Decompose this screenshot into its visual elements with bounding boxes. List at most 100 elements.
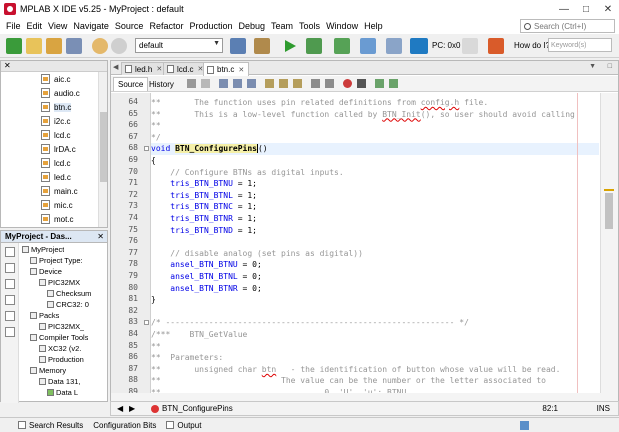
make-and-program-icon[interactable] [334,38,350,54]
tree-node[interactable]: Data 131, [39,376,81,387]
close-panel-icon[interactable]: ✕ [4,61,11,70]
tree-node[interactable]: Production [39,354,84,365]
run-icon[interactable] [282,38,298,54]
menu-file[interactable]: File [3,21,24,31]
file-item[interactable]: audio.c [1,86,107,100]
macro-record-icon[interactable] [343,79,352,88]
refresh-icon[interactable] [5,263,15,273]
new-file-icon[interactable] [26,38,42,54]
search-results-tab[interactable]: Search Results [18,421,83,430]
tree-node[interactable]: Data L [47,387,78,398]
tree-node[interactable]: MyProject [22,244,64,255]
keyword-input[interactable]: Keyword(s) [548,38,612,52]
file-item[interactable]: led.c [1,170,107,184]
file-item[interactable]: lcd.c [1,156,107,170]
undo-icon[interactable] [92,38,108,54]
output-tab[interactable]: Output [166,421,201,430]
history-tab[interactable]: History [145,77,178,91]
notifications-icon[interactable] [520,421,529,430]
clean-build-icon[interactable] [254,38,270,54]
configuration-select[interactable]: default ▼ [135,38,223,53]
chip-icon[interactable] [5,295,15,305]
forward-icon[interactable] [201,79,210,88]
code-area[interactable]: ** The function uses pin related definit… [151,93,599,393]
close-icon[interactable]: ✕ [97,232,104,241]
tree-node[interactable]: PIC32MX_ [39,321,84,332]
file-item[interactable]: main.c [1,184,107,198]
tree-node[interactable]: Checksum [47,288,91,299]
redo-icon[interactable] [111,38,127,54]
build-icon[interactable] [230,38,246,54]
close-tab-icon[interactable]: ✕ [156,65,162,73]
tree-node[interactable]: Packs [30,310,59,321]
scroll-thumb[interactable] [100,112,107,182]
settings-icon[interactable] [5,279,15,289]
file-item[interactable]: mic.c [1,198,107,212]
close-tab-icon[interactable]: ✕ [238,66,244,74]
file-item[interactable]: btn.c [1,100,107,114]
mcc-icon[interactable] [410,38,428,54]
maximize-button[interactable]: □ [575,0,597,18]
comment-icon[interactable] [375,79,384,88]
menu-team[interactable]: Team [268,21,296,31]
find-previous-icon[interactable] [233,79,242,88]
nav-back-icon[interactable]: ◀ [117,404,123,413]
menu-refactor[interactable]: Refactor [146,21,186,31]
scroll-thumb[interactable] [605,193,613,229]
maximize-editor-icon[interactable]: □ [608,63,612,70]
tree-node[interactable]: Compiler Tools [30,332,88,343]
debug-main-project-icon[interactable] [306,38,322,54]
download-icon[interactable] [488,38,504,54]
tool-icon[interactable] [5,327,15,337]
menu-view[interactable]: View [45,21,70,31]
current-function[interactable]: BTN_ConfigurePins [162,404,233,413]
menu-window[interactable]: Window [323,21,361,31]
tree-node[interactable]: XC32 (v2. [39,343,81,354]
tab-lcd-c[interactable]: lcd.c ✕ [163,62,209,75]
menu-navigate[interactable]: Navigate [70,21,112,31]
minimize-button[interactable]: — [553,0,575,18]
menu-tools[interactable]: Tools [296,21,323,31]
nav-forward-icon[interactable]: ▶ [129,404,135,413]
info-icon[interactable] [5,247,15,257]
tab-btn-c[interactable]: btn.c ✕ [203,62,250,76]
hold-in-reset-icon[interactable] [360,38,376,54]
tab-led-h[interactable]: led.h ✕ [121,62,168,75]
menu-debug[interactable]: Debug [236,21,269,31]
tree-node[interactable]: Device [30,266,62,277]
file-item[interactable]: mot.c [1,212,107,226]
bookmark-next-icon[interactable] [293,79,302,88]
configuration-bits-tab[interactable]: Configuration Bits [93,421,156,430]
search-input[interactable]: Search (Ctrl+I) [520,19,615,33]
menu-source[interactable]: Source [112,21,147,31]
tree-node[interactable]: Memory [30,365,66,376]
find-next-icon[interactable] [247,79,256,88]
macro-stop-icon[interactable] [357,79,366,88]
shift-right-icon[interactable] [325,79,334,88]
file-item[interactable]: i2c.c [1,114,107,128]
editor-hscrollbar[interactable] [111,393,618,401]
read-device-memory-icon[interactable] [386,38,402,54]
fold-toggle-icon[interactable] [144,146,149,152]
new-project-icon[interactable] [6,38,22,54]
find-icon[interactable] [219,79,228,88]
tab-scroll-left-icon[interactable]: ◀ [113,63,118,71]
bookmark-prev-icon[interactable] [279,79,288,88]
save-all-icon[interactable] [66,38,82,54]
back-icon[interactable] [187,79,196,88]
tree-node[interactable]: Project Type: [30,255,83,266]
fold-toggle-icon[interactable] [144,320,149,326]
bookmark-icon[interactable] [265,79,274,88]
cart-icon[interactable] [462,38,478,54]
open-project-icon[interactable] [46,38,62,54]
file-item[interactable]: lrDA.c [1,142,107,156]
menu-help[interactable]: Help [361,21,386,31]
menu-production[interactable]: Production [186,21,235,31]
dashboard-tab[interactable]: MyProject - Das... ✕ [1,231,107,243]
tree-node[interactable]: CRC32: 0 [47,299,89,310]
editor-scrollbar[interactable] [600,93,618,393]
files-scrollbar[interactable] [98,72,107,227]
tab-list-icon[interactable]: ▼ [589,63,596,70]
file-item[interactable]: aic.c [1,72,107,86]
close-button[interactable]: ✕ [597,0,619,18]
